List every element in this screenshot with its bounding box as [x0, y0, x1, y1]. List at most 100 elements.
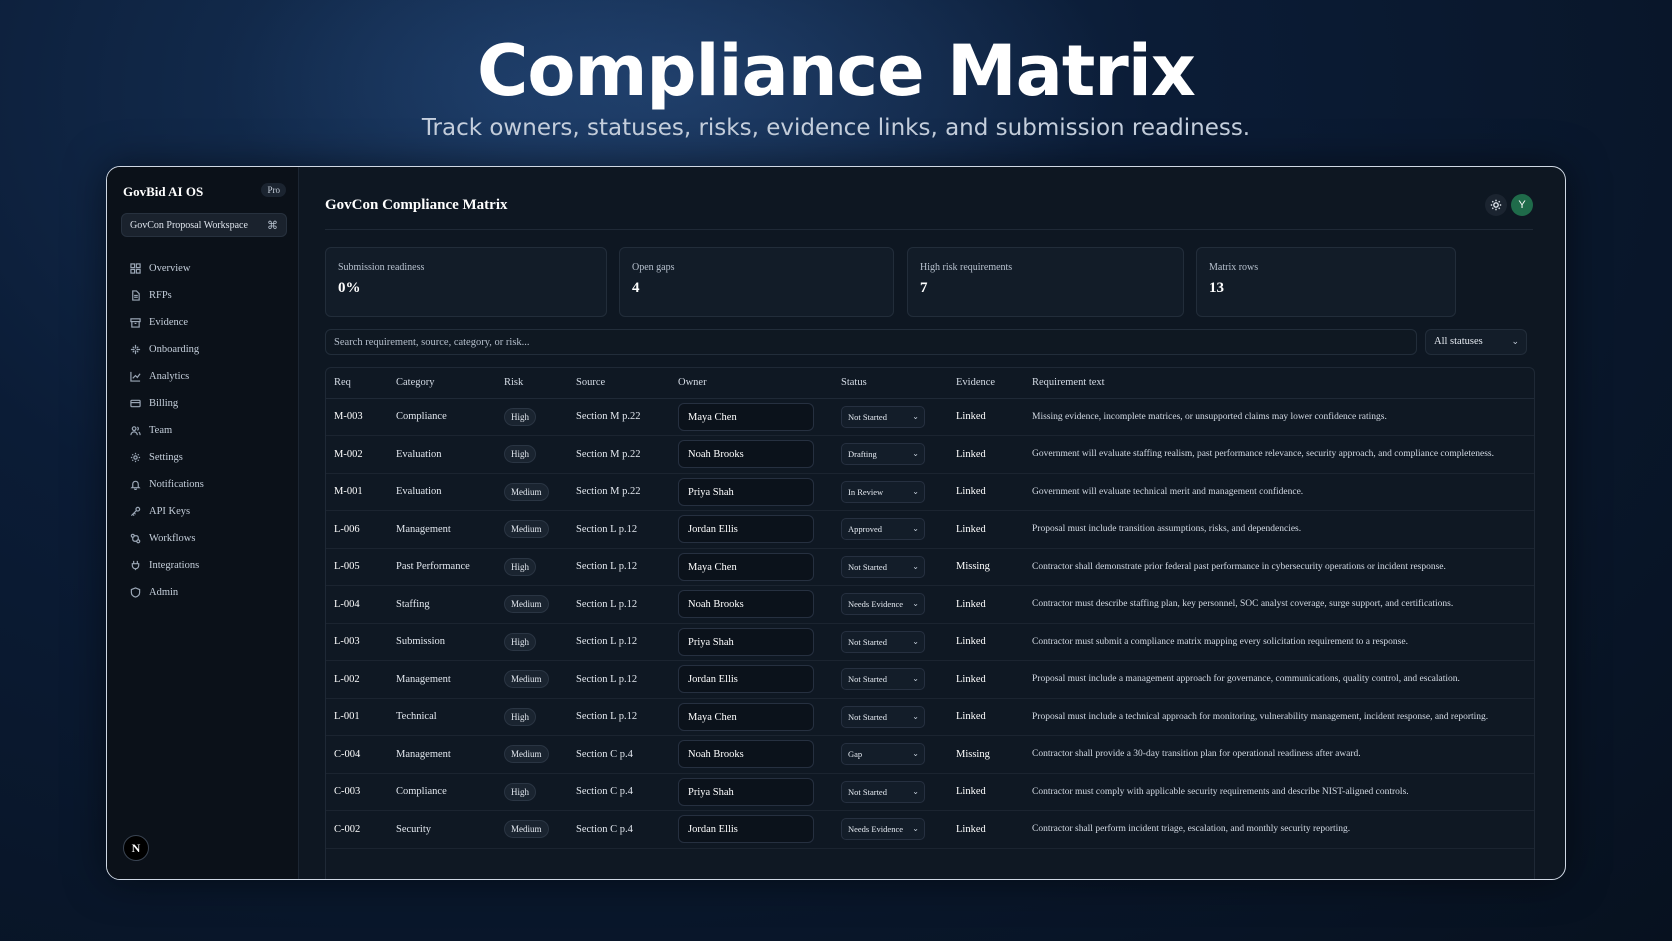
owner-input[interactable]: Jordan Ellis	[678, 665, 814, 694]
table-row[interactable]: M-001 Evaluation Medium Section M p.22 P…	[326, 473, 1534, 511]
plan-badge: Pro	[261, 183, 286, 197]
status-select[interactable]: Needs Evidence ⌄	[841, 818, 925, 841]
risk-badge: Medium	[504, 595, 549, 614]
table-row[interactable]: L-001 Technical High Section L p.12 Maya…	[326, 698, 1534, 736]
table-row[interactable]: L-003 Submission High Section L p.12 Pri…	[326, 623, 1534, 661]
evidence-cell[interactable]: Linked	[948, 660, 1024, 699]
evidence-cell[interactable]: Linked	[948, 810, 1024, 849]
sidebar-item-notifications[interactable]: Notifications	[129, 471, 289, 498]
owner-input[interactable]: Jordan Ellis	[678, 815, 814, 844]
evidence-cell[interactable]: Missing	[948, 548, 1024, 586]
evidence-cell[interactable]: Linked	[948, 585, 1024, 624]
table-row[interactable]: M-002 Evaluation High Section M p.22 Noa…	[326, 435, 1534, 474]
sidebar-item-integrations[interactable]: Integrations	[129, 552, 289, 579]
sidebar-item-rfps[interactable]: RFPs	[129, 282, 289, 309]
table-row[interactable]: C-003 Compliance High Section C p.4 Priy…	[326, 773, 1534, 811]
sidebar: GovBid AI OS Pro GovCon Proposal Workspa…	[107, 167, 299, 879]
theme-toggle-button[interactable]	[1485, 194, 1507, 216]
status-select[interactable]: Drafting ⌄	[841, 443, 925, 466]
column-header-risk[interactable]: Risk	[496, 368, 568, 399]
owner-input[interactable]: Maya Chen	[678, 402, 814, 431]
owner-input[interactable]: Maya Chen	[678, 702, 814, 731]
evidence-cell[interactable]: Missing	[948, 735, 1024, 774]
sidebar-item-overview[interactable]: Overview	[129, 255, 289, 282]
column-header-req[interactable]: Req	[326, 368, 388, 399]
stat-label: Matrix rows	[1209, 262, 1259, 273]
status-select[interactable]: Approved ⌄	[841, 518, 925, 541]
sidebar-item-evidence[interactable]: Evidence	[129, 309, 289, 336]
sidebar-item-admin[interactable]: Admin	[129, 579, 289, 606]
sidebar-item-label: API Keys	[149, 506, 191, 517]
column-header-status[interactable]: Status	[833, 368, 948, 399]
status-select[interactable]: Not Started ⌄	[841, 780, 925, 803]
requirement-text-cell: Proposal must include transition assumpt…	[1024, 510, 1534, 549]
status-select[interactable]: Needs Evidence ⌄	[841, 593, 925, 616]
owner-input[interactable]: Maya Chen	[678, 552, 814, 581]
category-cell: Evaluation	[388, 435, 496, 474]
owner-cell: Priya Shah	[670, 473, 833, 511]
key-icon	[129, 506, 141, 518]
status-select[interactable]: Not Started ⌄	[841, 705, 925, 728]
sidebar-item-team[interactable]: Team	[129, 417, 289, 444]
column-header-category[interactable]: Category	[388, 368, 496, 399]
status-select[interactable]: Not Started ⌄	[841, 555, 925, 578]
sidebar-item-analytics[interactable]: Analytics	[129, 363, 289, 390]
sidebar-item-workflows[interactable]: Workflows	[129, 525, 289, 552]
account-avatar[interactable]: Y	[1511, 194, 1533, 216]
evidence-cell[interactable]: Linked	[948, 773, 1024, 811]
column-header-owner[interactable]: Owner	[670, 368, 833, 399]
sidebar-item-onboarding[interactable]: Onboarding	[129, 336, 289, 363]
owner-input[interactable]: Noah Brooks	[678, 590, 814, 619]
evidence-cell[interactable]: Linked	[948, 435, 1024, 474]
category-cell: Management	[388, 735, 496, 774]
owner-input[interactable]: Priya Shah	[678, 627, 814, 656]
status-select[interactable]: Gap ⌄	[841, 743, 925, 766]
sidebar-item-settings[interactable]: Settings	[129, 444, 289, 471]
evidence-cell[interactable]: Linked	[948, 698, 1024, 736]
owner-input[interactable]: Jordan Ellis	[678, 515, 814, 544]
req-id: M-001	[326, 473, 388, 511]
owner-input[interactable]: Priya Shah	[678, 477, 814, 506]
owner-input[interactable]: Priya Shah	[678, 777, 814, 806]
category-cell: Compliance	[388, 398, 496, 436]
evidence-cell[interactable]: Linked	[948, 473, 1024, 511]
source-cell: Section M p.22	[568, 473, 670, 511]
sidebar-item-label: RFPs	[149, 290, 172, 301]
workspace-switcher[interactable]: GovCon Proposal Workspace ⌘	[121, 213, 287, 237]
table-row[interactable]: M-003 Compliance High Section M p.22 May…	[326, 398, 1534, 436]
status-select[interactable]: In Review ⌄	[841, 480, 925, 503]
column-header-source[interactable]: Source	[568, 368, 670, 399]
table-row[interactable]: C-004 Management Medium Section C p.4 No…	[326, 735, 1534, 774]
chevron-down-icon: ⌄	[912, 749, 919, 759]
owner-input[interactable]: Noah Brooks	[678, 740, 814, 769]
evidence-cell[interactable]: Linked	[948, 510, 1024, 549]
status-select[interactable]: Not Started ⌄	[841, 630, 925, 653]
status-cell: Not Started ⌄	[833, 548, 948, 586]
category-cell: Management	[388, 510, 496, 549]
table-row[interactable]: L-002 Management Medium Section L p.12 J…	[326, 660, 1534, 699]
owner-input[interactable]: Noah Brooks	[678, 440, 814, 469]
compliance-table: Req Category Risk Source Owner Status Ev…	[325, 367, 1535, 879]
table-row[interactable]: L-004 Staffing Medium Section L p.12 Noa…	[326, 585, 1534, 624]
sidebar-item-api-keys[interactable]: API Keys	[129, 498, 289, 525]
status-select[interactable]: Not Started ⌄	[841, 668, 925, 691]
user-avatar[interactable]: N	[123, 835, 149, 861]
sidebar-item-billing[interactable]: Billing	[129, 390, 289, 417]
evidence-cell[interactable]: Linked	[948, 623, 1024, 661]
chevron-down-icon: ⌄	[912, 599, 919, 609]
sidebar-nav: Overview RFPs Evidence Onboarding Analyt…	[129, 255, 289, 606]
table-row[interactable]: L-006 Management Medium Section L p.12 J…	[326, 510, 1534, 549]
sidebar-item-label: Onboarding	[149, 344, 200, 355]
source-cell: Section L p.12	[568, 585, 670, 624]
grid-icon	[129, 263, 141, 275]
stat-value: 0%	[338, 280, 361, 296]
column-header-evidence[interactable]: Evidence	[948, 368, 1024, 399]
search-input[interactable]	[325, 329, 1417, 355]
table-row[interactable]: L-005 Past Performance High Section L p.…	[326, 548, 1534, 586]
evidence-cell[interactable]: Linked	[948, 398, 1024, 436]
column-header-requirement-text[interactable]: Requirement text	[1024, 368, 1534, 399]
table-row[interactable]: C-002 Security Medium Section C p.4 Jord…	[326, 810, 1534, 849]
status-select[interactable]: Not Started ⌄	[841, 405, 925, 428]
status-filter-select[interactable]: All statuses ⌄	[1425, 329, 1527, 355]
sidebar-item-label: Overview	[149, 263, 191, 274]
